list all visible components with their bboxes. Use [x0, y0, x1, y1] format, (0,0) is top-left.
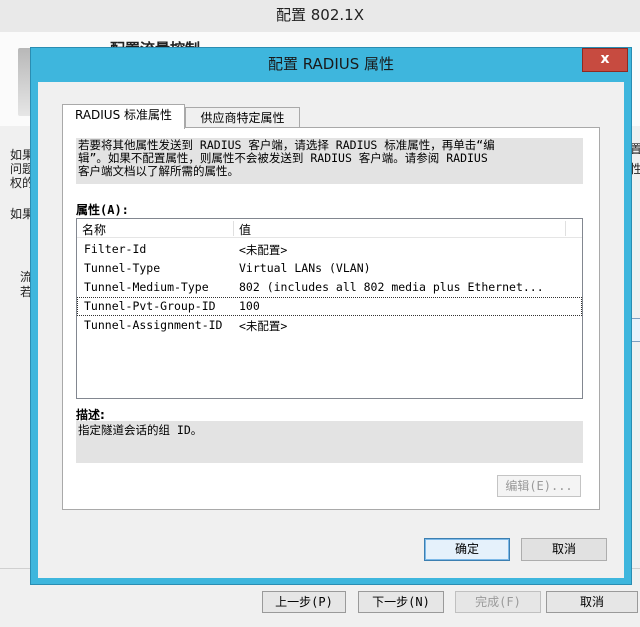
attribute-name: Tunnel-Assignment-ID	[84, 318, 223, 332]
attribute-name: Tunnel-Type	[84, 261, 161, 275]
description-text: 指定隧道会话的组 ID。	[78, 423, 203, 437]
attribute-value: 100	[239, 299, 260, 313]
wizard-cancel-button[interactable]: 取消	[546, 591, 638, 613]
next-button[interactable]: 下一步(N)	[358, 591, 444, 613]
intro-text: 若要将其他属性发送到 RADIUS 客户端，请选择 RADIUS 标准属性，再单…	[76, 138, 583, 184]
list-row-filter-id[interactable]: Filter-Id <未配置>	[77, 240, 582, 259]
list-row-tunnel-type[interactable]: Tunnel-Type Virtual LANs (VLAN)	[77, 259, 582, 278]
close-icon[interactable]: x	[582, 48, 628, 72]
list-row-tunnel-pvt-group-id[interactable]: Tunnel-Pvt-Group-ID 100	[77, 297, 582, 316]
column-divider[interactable]	[565, 221, 566, 236]
column-divider[interactable]	[233, 221, 234, 236]
attribute-value: <未配置>	[239, 319, 288, 333]
finish-button[interactable]: 完成(F)	[455, 591, 541, 613]
wizard-title: 配置 802.1X	[0, 0, 640, 32]
cancel-button[interactable]: 取消	[521, 538, 607, 561]
tab-vendor-specific[interactable]: 供应商特定属性	[185, 107, 300, 128]
column-header-value[interactable]: 值	[239, 221, 251, 238]
ok-button[interactable]: 确定	[424, 538, 510, 561]
attributes-label: 属性(A):	[76, 203, 129, 217]
list-row-tunnel-medium-type[interactable]: Tunnel-Medium-Type 802 (includes all 802…	[77, 278, 582, 297]
attribute-name: Tunnel-Pvt-Group-ID	[84, 299, 216, 313]
tab-radius-standard[interactable]: RADIUS 标准属性	[62, 104, 185, 129]
attribute-value: <未配置>	[239, 243, 288, 257]
attribute-name: Tunnel-Medium-Type	[84, 280, 209, 294]
attribute-value: Virtual LANs (VLAN)	[239, 261, 371, 275]
list-header	[77, 219, 582, 238]
attribute-name: Filter-Id	[84, 242, 147, 256]
dialog-title: 配置 RADIUS 属性	[267, 55, 395, 73]
intro-line: 客户端文档以了解所需的属性。	[78, 164, 239, 178]
attribute-value: 802 (includes all 802 media plus Etherne…	[239, 280, 544, 294]
column-header-name[interactable]: 名称	[82, 221, 106, 238]
previous-button[interactable]: 上一步(P)	[262, 591, 346, 613]
list-row-tunnel-assignment-id[interactable]: Tunnel-Assignment-ID <未配置>	[77, 316, 582, 335]
edit-button[interactable]: 编辑(E)...	[497, 475, 581, 497]
